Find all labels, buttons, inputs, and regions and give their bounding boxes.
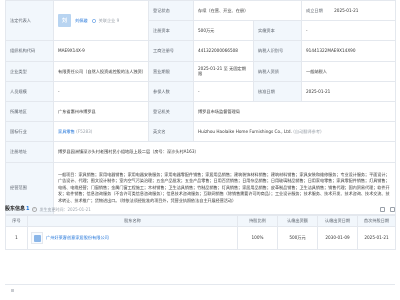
share-icon[interactable]: [390, 206, 395, 212]
taxpayer-qual-label: 纳税人资质: [252, 60, 303, 82]
status-value: 存续（在营、开业、在册）: [192, 0, 303, 22]
biz-reg-no-value: 441322000066508: [193, 40, 254, 62]
taxpayer-id-label: 纳税人识别号: [252, 40, 303, 62]
legal-rep-name-link[interactable]: 刘佩璇: [75, 18, 88, 23]
status-label: 登记状态: [148, 0, 194, 22]
col-index-header: 序号: [5, 215, 28, 227]
row-first: 2025-01-21: [357, 226, 396, 250]
biz-term-value: 2025-01-21 至 无固定期限: [193, 60, 254, 82]
org-code-label: 组织机构代码: [5, 40, 54, 62]
approval-date-label: 核准日期: [252, 80, 303, 102]
insured-label: 参保人数: [148, 80, 194, 102]
row-date: 2030-01-09: [317, 226, 358, 250]
english-name-note: (自动翻译参考): [293, 129, 322, 135]
industry-link[interactable]: 家具零售: [58, 129, 75, 134]
row-index: 1: [5, 226, 28, 250]
authority-label: 登记机关: [148, 100, 194, 123]
taxpayer-id-value: 91441322MAE9X14X90: [301, 40, 397, 62]
region-value: 广东省惠州市博罗县: [53, 100, 149, 123]
authority-value: 博罗县市场监督管理局: [192, 100, 397, 123]
address-value: 博罗县园洲镇深沙头村老围村民小组地段上段二层（房号：深沙头村A163）: [58, 149, 199, 155]
approval-date-value: 2025-01-21: [301, 80, 397, 102]
paid-capital-label: 实缴资本: [252, 20, 303, 42]
reg-capital-value: 500万元: [193, 20, 254, 42]
insured-value: -: [193, 80, 254, 102]
legal-rep-label: 法定代表人: [5, 0, 54, 42]
col-capital-header: 认缴出资额: [277, 215, 318, 227]
legal-rep-cell: 刘 刘佩璇 关联企业 9: [53, 0, 149, 42]
link-icon: [91, 18, 96, 23]
shareholders-tools: [380, 206, 395, 212]
section-marker-icon: [11, 289, 14, 292]
shareholder-name-link[interactable]: 广州好莱客创意家居股份有限公司: [46, 235, 109, 240]
industry-cell: 家具零售 (F5283): [53, 121, 149, 143]
export-icon[interactable]: [380, 206, 385, 212]
company-type-label: 企业类型: [5, 60, 54, 82]
org-code-value: MAE9X14X-9: [53, 40, 149, 62]
col-first-header: 首次持股日期: [357, 215, 396, 227]
established-value: 2025-01-21: [334, 7, 359, 13]
established-label: 成立日期: [306, 7, 323, 13]
row-ratio: 100%: [237, 226, 278, 250]
biz-term-label: 营业期限: [148, 60, 194, 82]
shareholders-header: 股东信息 1 ? 发生变更时间：2025-01-21: [5, 205, 395, 213]
next-section-bar: [5, 284, 395, 298]
row-capital: 500万元: [277, 226, 318, 250]
biz-reg-no-label: 工商注册号: [148, 40, 194, 62]
english-name-cell: Huizhou Haolaike Home Furnishings Co., L…: [192, 121, 397, 143]
info-icon[interactable]: ?: [31, 206, 37, 212]
col-ratio-header: 持股比例: [237, 215, 278, 227]
established-cell: 成立日期 2025-01-21: [301, 0, 397, 22]
region-label: 所属地区: [5, 100, 54, 123]
col-name-header: 股东名称: [27, 215, 238, 227]
industry-code: (F5283): [76, 129, 93, 135]
english-name-label: 英文名: [148, 121, 194, 143]
reg-capital-label: 注册资本: [148, 20, 194, 42]
taxpayer-qual-value: 一般纳税人: [301, 60, 397, 82]
shareholders-title: 股东信息: [5, 205, 26, 212]
industry-label: 国标行业: [5, 121, 54, 143]
legal-rep-avatar: 刘: [58, 14, 71, 28]
paid-capital-value: -: [301, 20, 397, 42]
address-label: 注册地址: [5, 141, 54, 163]
company-logo-icon: [31, 232, 43, 244]
registration-info-table: 法定代表人 刘 刘佩璇 关联企业 9 登记状态 存续（在营、开业、在册） 成立日…: [5, 0, 397, 215]
company-type-value: 有限责任公司（自然人投资或控股的法人独资）: [53, 60, 149, 82]
shareholders-count: 1: [26, 205, 30, 212]
staff-size-label: 人员规模: [5, 80, 54, 102]
row-name-cell: 广州好莱客创意家居股份有限公司: [27, 226, 238, 250]
staff-size-value: -: [53, 80, 149, 102]
table-row: 1 广州好莱客创意家居股份有限公司 100% 500万元 2030-01-09 …: [5, 226, 396, 250]
shareholders-table: 序号 股东名称 持股比例 认缴出资额 认缴出资日期 首次持股日期 1 广州好莱客…: [5, 215, 396, 250]
col-date-header: 认缴出资日期: [317, 215, 358, 227]
shareholders-change-note: 发生变更时间：2025-01-21: [39, 206, 91, 212]
address-cell: 博罗县园洲镇深沙头村老围村民小组地段上段二层（房号：深沙头村A163）: [52, 141, 397, 163]
english-name-value: Huizhou Haolaike Home Furnishings Co., L…: [198, 129, 292, 135]
related-companies-tag[interactable]: 关联企业 9: [91, 18, 119, 23]
company-profile-page: 法定代表人 刘 刘佩璇 关联企业 9 登记状态 存续（在营、开业、在册） 成立日…: [0, 0, 400, 300]
